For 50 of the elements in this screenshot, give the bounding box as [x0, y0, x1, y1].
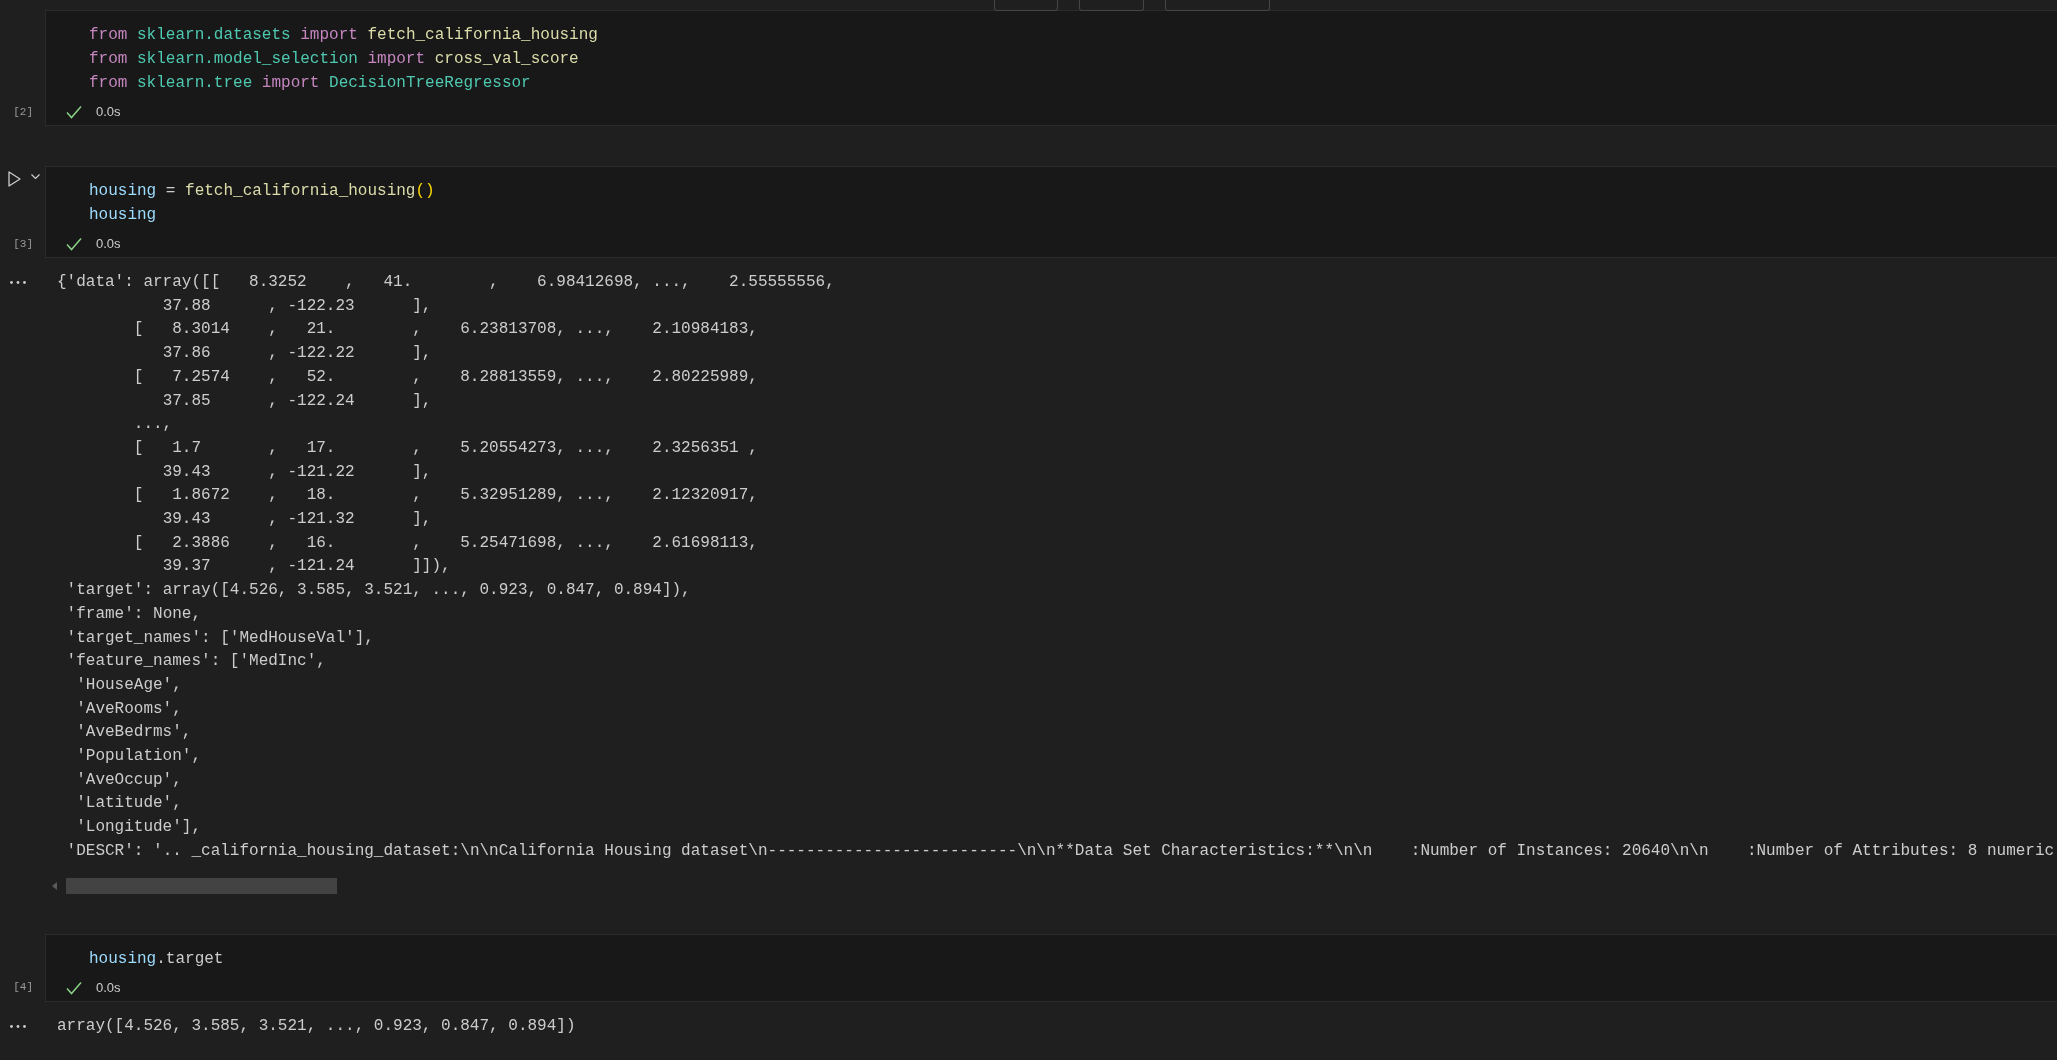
- output-line: 'AveBedrms',: [76, 723, 192, 742]
- output-line: [ 2.3886 , 16. , 5.25471698, ..., 2.61698113,: [133, 533, 758, 552]
- code-editor[interactable]: from sklearn.datasets import fetch_california_housing from sklearn.model_selection import cross_val_score from sklearn.tree import DecisionTreeRegressor 0.0s: [45, 10, 2057, 126]
- output-line: 'Latitude',: [76, 794, 182, 813]
- output-line: array([4.526, 3.585, 3.521, ..., 0.923, 0.847, 0.894]): [57, 1016, 576, 1035]
- run-duration: 0.0s: [96, 235, 121, 254]
- scrollbar-thumb[interactable]: [66, 877, 337, 894]
- run-duration: 0.0s: [96, 978, 121, 997]
- output-line: 37.85 , -122.24 ],: [162, 391, 432, 410]
- execution-count: [4]: [13, 980, 33, 996]
- output-line: 'target': array([4.526, 3.585, 3.521, ..., 0.923, 0.847, 0.894]),: [66, 581, 691, 600]
- code-editor[interactable]: housing.target 0.0s: [45, 933, 2057, 1002]
- code-line: housing.target: [89, 948, 224, 970]
- output-line: [ 7.2574 , 52. , 8.28813559, ..., 2.80225989,: [133, 367, 758, 386]
- code-line: from sklearn.tree import DecisionTreeRegressor: [89, 73, 531, 94]
- toolbar-button[interactable]: [1165, 0, 1270, 11]
- code-line: from sklearn.model_selection import cross_val_score: [89, 49, 579, 70]
- output-line: 'Population',: [76, 747, 202, 766]
- output-line: 'target_names': ['MedHouseVal'],: [66, 628, 374, 647]
- output-line: {'data': array([[ 8.3252 , 41. , 6.98412698, ..., 2.55555556,: [57, 273, 835, 291]
- code-line: from sklearn.datasets import fetch_california_housing: [89, 25, 598, 46]
- output-line: 'AveOccup',: [76, 770, 182, 789]
- output-line: 'frame': None,: [66, 604, 202, 623]
- output-line: [ 1.7 , 17. , 5.20554273, ..., 2.3256351 ,: [133, 438, 758, 457]
- code-editor[interactable]: housing = fetch_california_housing() housing 0.0s: [45, 166, 2057, 258]
- chevron-down-icon[interactable]: [31, 174, 40, 179]
- output-line: 'HouseAge',: [76, 675, 182, 694]
- more-icon[interactable]: [10, 1024, 26, 1028]
- output-line: 37.88 , -122.23 ],: [162, 296, 432, 315]
- play-icon[interactable]: [8, 171, 21, 187]
- code-line: housing = fetch_california_housing(): [89, 181, 435, 202]
- output-line: 37.86 , -122.22 ],: [162, 344, 432, 363]
- output-line: [ 8.3014 , 21. , 6.23813708, ..., 2.10984183,: [133, 320, 758, 339]
- output-line: 'Longitude'],: [76, 818, 202, 837]
- run-duration: 0.0s: [96, 103, 121, 122]
- scroll-left-arrow-icon[interactable]: [52, 881, 57, 890]
- output-line: 'feature_names': ['MedInc',: [66, 652, 326, 671]
- output-line: [ 1.8672 , 18. , 5.32951289, ..., 2.12320917,: [133, 486, 758, 505]
- code-line: housing: [89, 205, 157, 226]
- toolbar-button[interactable]: [994, 0, 1058, 11]
- output-line: ...,: [133, 415, 173, 434]
- output-line: 39.37 , -121.24 ]]),: [162, 557, 451, 576]
- more-icon[interactable]: [10, 281, 26, 284]
- output-line: 'AveRooms',: [76, 699, 182, 718]
- execution-count: [3]: [13, 236, 33, 252]
- output-line: 39.43 , -121.32 ],: [162, 510, 432, 529]
- execution-count: [2]: [13, 104, 33, 120]
- toolbar-button[interactable]: [1079, 0, 1144, 11]
- output-line: 'DESCR': '.. _california_housing_dataset:\n\nCalifornia Housing dataset\n--------------------------\n\n**Data Set Characteristics:**\n\n :Number of Instances: 20640\n\n :Number of Attributes: 8 numeric: [66, 841, 2055, 860]
- output-line: 39.43 , -121.22 ],: [162, 462, 432, 481]
